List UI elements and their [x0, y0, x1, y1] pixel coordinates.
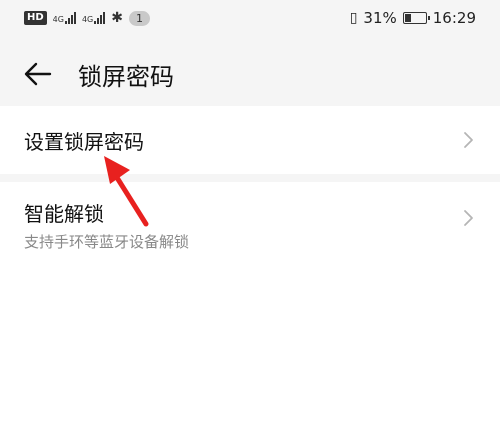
signal-bars-icon: [94, 12, 106, 24]
set-lock-screen-password-item[interactable]: 设置锁屏密码: [0, 106, 500, 174]
status-right: ▯ 31% 16:29: [350, 9, 476, 27]
battery-fill: [404, 14, 411, 22]
signal-1: 4G: [53, 12, 76, 24]
settings-group-smart-unlock: 智能解锁 支持手环等蓝牙设备解锁: [0, 182, 500, 446]
smart-unlock-item[interactable]: 智能解锁 支持手环等蓝牙设备解锁: [0, 182, 500, 254]
back-button[interactable]: [18, 54, 58, 94]
bluetooth-icon: ✱: [111, 10, 123, 26]
item-text: 智能解锁 支持手环等蓝牙设备解锁: [24, 198, 189, 252]
clock: 16:29: [432, 9, 476, 27]
item-subtitle: 支持手环等蓝牙设备解锁: [24, 233, 190, 251]
vibrate-icon: ▯: [349, 10, 358, 26]
page-title: 锁屏密码: [78, 62, 174, 91]
back-arrow-icon: [24, 62, 52, 86]
battery-percent: 31%: [363, 9, 397, 27]
item-label: 智能解锁: [24, 202, 104, 226]
chevron-right-icon: [464, 132, 473, 148]
title-bar: 锁屏密码: [0, 44, 500, 104]
network-type-2: 4G: [81, 15, 94, 24]
signal-2: 4G: [81, 12, 106, 24]
status-left: HD 4G 4G ✱ 1: [24, 10, 150, 26]
hd-badge: HD: [24, 11, 47, 25]
notification-count-badge: 1: [129, 10, 150, 26]
chevron-right-icon: [464, 210, 473, 226]
network-type-1: 4G: [52, 15, 64, 24]
status-bar: HD 4G 4G ✱ 1 ▯ 31% 16:29: [0, 0, 500, 36]
settings-group-password: 设置锁屏密码: [0, 106, 500, 174]
item-label: 设置锁屏密码: [24, 129, 144, 154]
signal-bars-icon: [64, 12, 76, 24]
battery-icon: [402, 12, 430, 24]
